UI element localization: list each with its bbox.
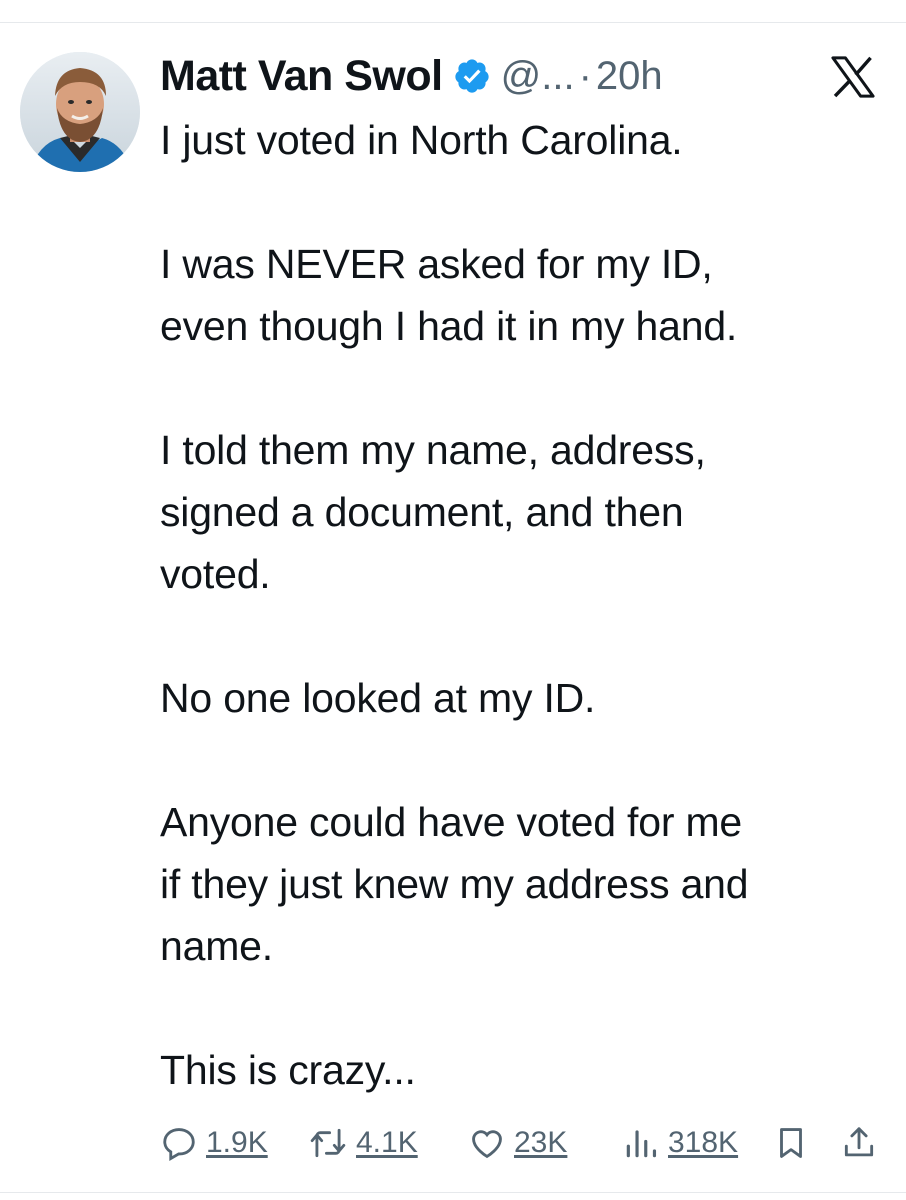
repost-button[interactable]: 4.1K [308,1118,418,1168]
tweet-header: Matt Van Swol @... · 20h [160,48,663,104]
like-count: 23K [514,1126,568,1159]
bookmark-icon [772,1124,810,1162]
tweet-paragraph: This is crazy... [160,1047,416,1093]
reply-icon [160,1124,198,1162]
views-count: 318K [668,1126,739,1159]
reply-button[interactable]: 1.9K [160,1118,268,1168]
views-button[interactable]: 318K [622,1118,738,1168]
tweet-paragraph: Anyone could have voted for me if they j… [160,799,749,969]
author-name[interactable]: Matt Van Swol [160,52,443,101]
bookmark-button[interactable] [772,1118,810,1168]
reply-count: 1.9K [206,1126,268,1159]
repost-count: 4.1K [356,1126,418,1159]
action-bar: 1.9K 4.1K 23K 318K [160,1118,880,1168]
bottom-divider [0,1192,906,1193]
separator-dot: · [578,53,592,98]
tweet-paragraph: I told them my name, address, signed a d… [160,427,706,597]
repost-icon [308,1124,348,1162]
heart-icon [468,1124,506,1162]
top-divider [0,22,906,23]
bar-chart-icon [622,1124,660,1162]
avatar[interactable] [20,52,140,172]
tweet-paragraph: No one looked at my ID. [160,675,596,721]
share-button[interactable] [840,1118,878,1168]
tweet-paragraph: I just voted in North Carolina. [160,117,683,163]
x-logo-icon[interactable] [830,56,876,98]
verified-badge-icon [453,57,491,95]
author-handle[interactable]: @... [501,54,575,99]
like-button[interactable]: 23K [468,1118,567,1168]
timestamp[interactable]: 20h [596,54,663,99]
tweet-paragraph: I was NEVER asked for my ID, even though… [160,241,738,349]
tweet-text: I just voted in North Carolina. I was NE… [160,109,880,1101]
share-icon [840,1124,878,1162]
